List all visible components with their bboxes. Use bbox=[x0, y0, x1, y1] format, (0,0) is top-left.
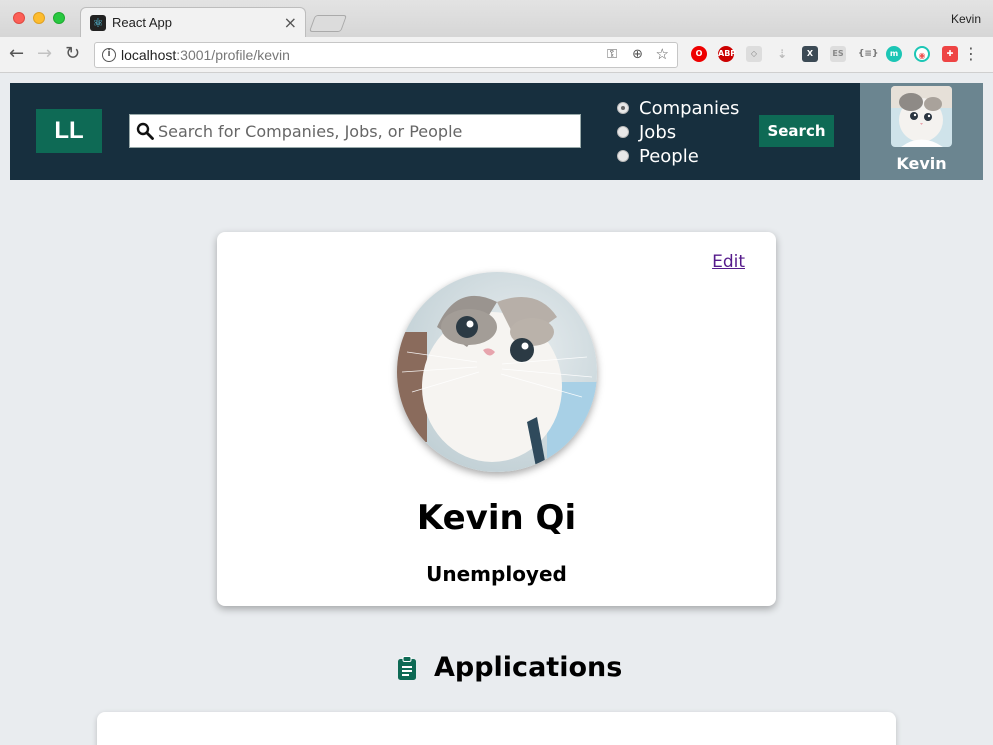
browser-toolbar: ← → ↻ i localhost:3001/profile/kevin ⚿ ⊕… bbox=[0, 37, 993, 73]
m-extension-icon[interactable]: m bbox=[886, 46, 902, 62]
bookmark-star-icon[interactable]: ☆ bbox=[656, 45, 669, 63]
new-tab-button[interactable] bbox=[308, 15, 348, 32]
address-bar[interactable]: i localhost:3001/profile/kevin ⚿ ⊕ ☆ bbox=[94, 42, 678, 68]
radio-label: People bbox=[639, 145, 699, 167]
cat-photo-image bbox=[397, 272, 597, 472]
search-box[interactable] bbox=[129, 114, 581, 148]
url-text: localhost:3001/profile/kevin bbox=[121, 47, 290, 63]
browser-titlebar: ⚛ React App × Kevin bbox=[0, 0, 993, 38]
clipboard-icon bbox=[398, 655, 416, 680]
radio-button[interactable] bbox=[617, 150, 629, 162]
url-path: :3001/profile/kevin bbox=[176, 47, 290, 63]
x-extension-icon[interactable]: X bbox=[802, 46, 818, 62]
reload-icon[interactable]: ↻ bbox=[65, 43, 80, 64]
browser-profile-name[interactable]: Kevin bbox=[951, 12, 981, 26]
radio-button-checked[interactable] bbox=[617, 102, 629, 114]
profile-status: Unemployed bbox=[426, 562, 567, 586]
opera-extension-icon[interactable]: O bbox=[691, 46, 707, 62]
json-extension-icon[interactable]: {≡} bbox=[858, 46, 878, 62]
key-icon[interactable]: ⚿ bbox=[607, 47, 617, 62]
avatar[interactable] bbox=[891, 86, 952, 147]
radio-button[interactable] bbox=[617, 126, 629, 138]
zoom-icon[interactable]: ⊕ bbox=[632, 47, 643, 62]
search-button[interactable]: Search bbox=[759, 115, 834, 147]
radio-people[interactable]: People bbox=[617, 144, 739, 168]
window-close-button[interactable] bbox=[13, 12, 25, 24]
search-icon bbox=[136, 122, 154, 140]
radio-label: Jobs bbox=[639, 121, 677, 143]
applications-heading: Applications bbox=[397, 652, 622, 683]
back-arrow-icon[interactable]: ← bbox=[9, 43, 24, 64]
target-extension-icon[interactable]: ◉ bbox=[914, 46, 930, 62]
logo[interactable]: LL bbox=[36, 109, 102, 153]
profile-photo bbox=[397, 272, 597, 472]
applications-title: Applications bbox=[434, 652, 623, 683]
cat-avatar-image bbox=[891, 86, 952, 147]
react-favicon-icon: ⚛ bbox=[90, 15, 106, 31]
radio-label: Companies bbox=[639, 97, 740, 119]
adblock-extension-icon[interactable]: ABP bbox=[718, 46, 736, 62]
search-input[interactable] bbox=[158, 115, 578, 147]
window-maximize-button[interactable] bbox=[53, 12, 65, 24]
app-header: LL Companies Jobs People Search bbox=[10, 83, 983, 180]
browser-tab[interactable]: ⚛ React App × bbox=[80, 7, 306, 38]
tab-close-icon[interactable]: × bbox=[284, 13, 297, 32]
download-extension-icon[interactable]: ⇣ bbox=[774, 46, 790, 62]
es-extension-icon[interactable]: ES bbox=[830, 46, 846, 62]
search-type-radio-group: Companies Jobs People bbox=[617, 96, 739, 168]
radio-jobs[interactable]: Jobs bbox=[617, 120, 739, 144]
tab-title: React App bbox=[112, 15, 172, 30]
profile-card: Edit Kevin Qi Unemployed bbox=[217, 232, 776, 606]
window-minimize-button[interactable] bbox=[33, 12, 45, 24]
user-menu[interactable]: Kevin bbox=[860, 83, 983, 180]
profile-name: Kevin Qi bbox=[416, 498, 577, 538]
user-name: Kevin bbox=[896, 154, 947, 173]
browser-menu-icon[interactable]: ⋮ bbox=[963, 44, 979, 63]
info-icon[interactable]: i bbox=[102, 48, 116, 62]
applications-card bbox=[97, 712, 896, 745]
puzzle-extension-icon[interactable]: ✚ bbox=[942, 46, 958, 62]
cube-extension-icon[interactable]: ◇ bbox=[746, 46, 762, 62]
radio-companies[interactable]: Companies bbox=[617, 96, 739, 120]
forward-arrow-icon[interactable]: → bbox=[37, 43, 52, 64]
edit-link[interactable]: Edit bbox=[712, 252, 745, 272]
url-host: localhost bbox=[121, 47, 177, 63]
